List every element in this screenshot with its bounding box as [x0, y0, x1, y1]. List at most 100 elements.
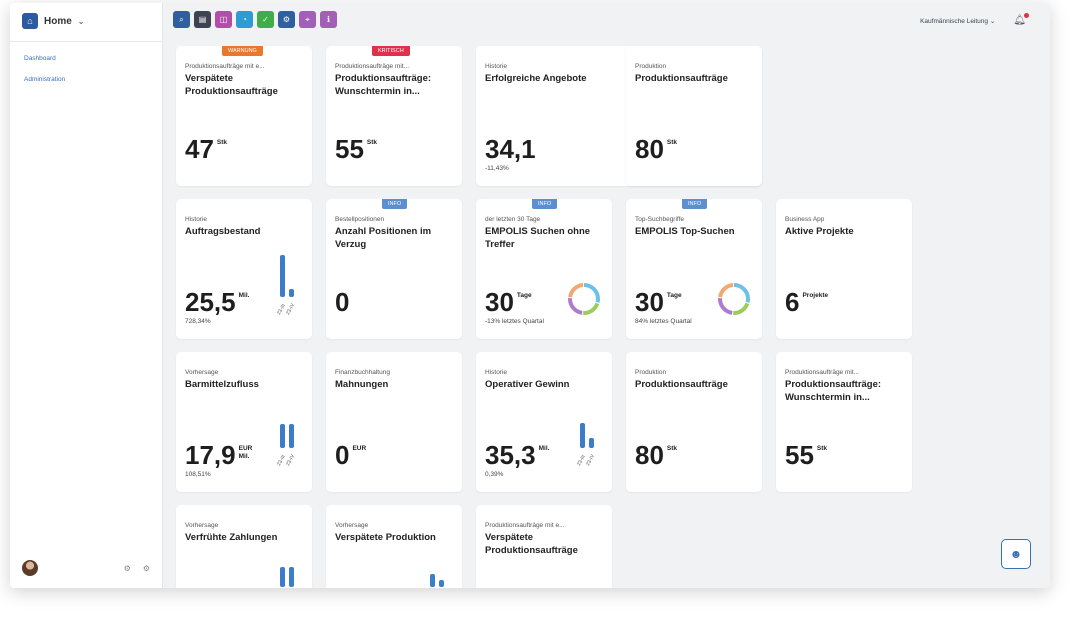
- home-switcher[interactable]: ⌂ Home ⌄: [22, 13, 85, 29]
- kpi-card[interactable]: INFO Bestellpositionen Anzahl Positionen i…: [326, 199, 462, 339]
- value-unit: Stk: [216, 139, 228, 146]
- sidebar-item-administration[interactable]: Administration: [24, 76, 65, 83]
- card-value: 55 Stk: [335, 134, 377, 165]
- kpi-card[interactable]: Vorhersage Verspätete Produktion: [326, 505, 462, 588]
- card-title: Operativer Gewinn: [485, 379, 570, 390]
- kpi-card[interactable]: Finanzbuchhaltung Mahnungen 0 EUR: [326, 352, 462, 492]
- empolis-donut: [568, 283, 600, 315]
- card-value: 6 Projekte: [785, 287, 828, 318]
- card-title: EMPOLIS Suchen ohne Treffer: [485, 226, 591, 250]
- kpi-card[interactable]: Business App Aktive Projekte 6 Projekte: [776, 199, 912, 339]
- info-icon: ℹ: [326, 15, 331, 24]
- avatar[interactable]: [22, 560, 38, 576]
- gewinn-bars-bar: [589, 437, 594, 448]
- gewinn-bars-tick-label: 23-IV: [585, 453, 597, 467]
- kpi-card[interactable]: Produktion Produktionsaufträge 80 Stk: [626, 352, 762, 492]
- kpi-card[interactable]: WARNUNG Produktionsaufträge mit e... Versp…: [176, 46, 312, 186]
- kpi-card[interactable]: Produktionsaufträge mit... Produktionsauf…: [776, 352, 912, 492]
- card-value: 30 Tage: [635, 287, 682, 318]
- card-category: Historie: [185, 216, 208, 223]
- kpi-card[interactable]: Historie Operativer Gewinn 35,3 Mil. 0,39% 23…: [476, 352, 612, 492]
- kpi-card[interactable]: Vorhersage Barmittelzufluss 17,9 EUR Mil. 10…: [176, 352, 312, 492]
- toolbar-button-tag[interactable]: ⌖: [299, 11, 316, 28]
- document-icon: ▤: [198, 15, 207, 24]
- card-category: Historie: [485, 63, 508, 70]
- sidebar-item-dashboard[interactable]: Dashboard: [24, 55, 56, 62]
- kpi-card[interactable]: INFO der letzten 30 Tage EMPOLIS Suchen oh…: [476, 199, 612, 339]
- produktion-bars-bar: [439, 580, 444, 587]
- kpi-card[interactable]: KRITISCH Produktionsaufträge mit... Produk…: [326, 46, 462, 186]
- produktion-bars-bar: [430, 573, 435, 587]
- value-number: 30: [485, 287, 514, 317]
- value-unit: Stk: [666, 445, 678, 452]
- card-value: 35,3 Mil.: [485, 440, 549, 471]
- kpi-card[interactable]: Vorhersage Verfrühte Zahlungen: [176, 505, 312, 588]
- tag-icon: ⌖: [305, 14, 310, 24]
- home-logo-icon: ⌂: [22, 13, 38, 29]
- kpi-card[interactable]: Produktion Produktionsaufträge 80 Stk: [626, 46, 762, 186]
- value-unit: Tage: [516, 292, 532, 299]
- card-category: Produktion: [635, 369, 667, 376]
- card-category: Produktionsaufträge mit e...: [485, 522, 565, 529]
- card-title: Verspätete Produktion: [335, 532, 436, 543]
- barmittel-bars-bar: [289, 424, 294, 448]
- kpi-card[interactable]: INFO Top-Suchbegriffe EMPOLIS Top-Suchen 30…: [626, 199, 762, 339]
- card-category: Produktionsaufträge mit e...: [185, 63, 265, 70]
- card-value: 25,5 Mil.: [185, 287, 249, 318]
- toolbar-button-check[interactable]: ✓: [257, 11, 274, 28]
- value-number: 0: [335, 440, 350, 470]
- toolbar-button-gear[interactable]: ⚙: [278, 11, 295, 28]
- value-number: 6: [785, 287, 800, 317]
- card-title: EMPOLIS Top-Suchen: [635, 226, 735, 237]
- card-subtext: -11,43%: [485, 165, 509, 172]
- card-category: Top-Suchbegriffe: [635, 216, 685, 223]
- card-subtext: -13% letztes Quartal: [485, 318, 544, 325]
- top-suchen-donut: [718, 283, 750, 315]
- home-label: Home: [44, 15, 72, 27]
- zahlungen-bars-bar: [280, 567, 285, 587]
- status-badge: WARNUNG: [222, 46, 263, 56]
- card-category: Business App: [785, 216, 825, 223]
- value-unit: Mil.: [238, 292, 250, 299]
- gewinn-bars: [580, 418, 604, 448]
- kpi-card[interactable]: Historie Auftragsbestand 25,5 Mil. 728,34% 23…: [176, 199, 312, 339]
- toolbar-button-document[interactable]: ▤: [194, 11, 211, 28]
- value-number: 17,9: [185, 440, 236, 470]
- card-title: Erfolgreiche Angebote: [485, 73, 587, 84]
- value-unit: Tage: [666, 292, 682, 299]
- value-number: 55: [785, 440, 814, 470]
- auftragsbestand-bars: [280, 255, 304, 297]
- toolbar-button-chart[interactable]: ◔: [236, 11, 253, 28]
- value-number: 55: [335, 134, 364, 164]
- sidebar-footer: ⚙ ⚙: [22, 560, 150, 576]
- card-title: Mahnungen: [335, 379, 389, 390]
- card-value: 30 Tage: [485, 287, 532, 318]
- value-unit: Stk: [666, 139, 678, 146]
- auftragsbestand-bars-bar: [289, 288, 294, 297]
- kpi-card[interactable]: Produktionsaufträge mit e... Verspätete P…: [476, 505, 612, 588]
- card-title: Aktive Projekte: [785, 226, 854, 237]
- chat-assistant-button[interactable]: ☻: [1001, 539, 1031, 569]
- zahlungen-bars-bar: [289, 567, 294, 587]
- card-title: Produktionsaufträge: [635, 73, 728, 84]
- chart-icon: ◔: [242, 15, 247, 24]
- notification-bell-icon[interactable]: 🔔︎: [1013, 13, 1029, 26]
- toolbar-button-info[interactable]: ℹ: [320, 11, 337, 28]
- value-unit: Stk: [366, 139, 378, 146]
- card-value: 47 Stk: [185, 134, 227, 165]
- search-icon: ⌕: [179, 14, 184, 24]
- produktion-bars: [430, 565, 454, 587]
- card-value: 55 Stk: [785, 440, 827, 471]
- auftragsbestand-bars-tick-label: 23-III: [276, 303, 287, 316]
- robot-icon: ☻: [1009, 547, 1023, 561]
- card-subtext: 108,51%: [185, 471, 211, 478]
- settings-icon[interactable]: ⚙: [124, 564, 131, 573]
- value-number: 47: [185, 134, 214, 164]
- card-title: Barmittelzufluss: [185, 379, 259, 390]
- help-icon[interactable]: ⚙: [143, 564, 150, 573]
- check-icon: ✓: [262, 15, 269, 24]
- auftragsbestand-bars-bar: [280, 255, 285, 297]
- toolbar-button-page[interactable]: ◫: [215, 11, 232, 28]
- toolbar-button-search[interactable]: ⌕: [173, 11, 190, 28]
- company-selector[interactable]: Kaufmännische Leitung ⌄: [920, 17, 995, 25]
